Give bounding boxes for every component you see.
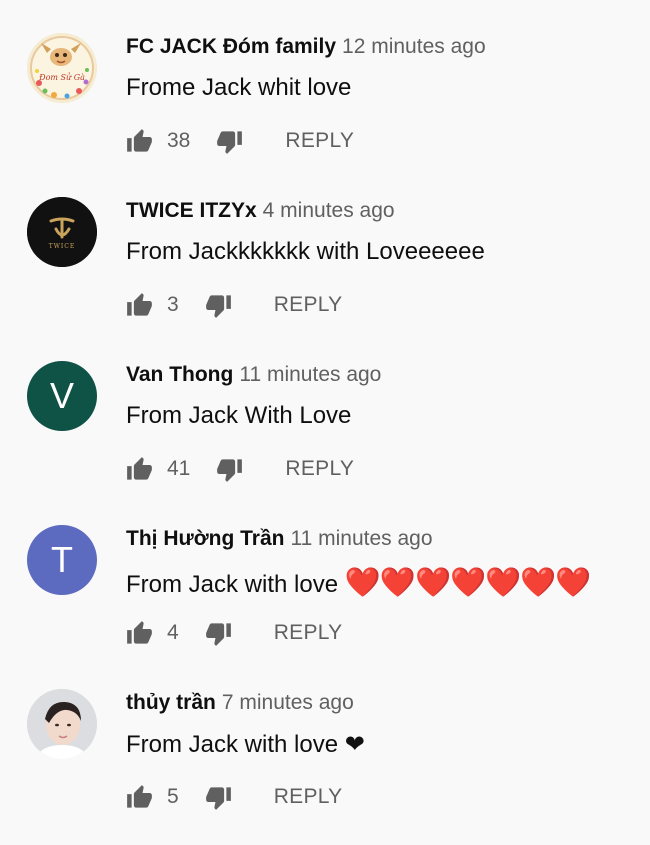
comment-header: FC JACK Đóm family 12 minutes ago bbox=[126, 35, 486, 59]
comment-text: From Jack With Love bbox=[126, 402, 351, 430]
comment-text-body: From Jack With Love bbox=[126, 402, 352, 429]
avatar-image: Đom Sử Gà bbox=[27, 33, 97, 103]
like-count: 5 bbox=[167, 785, 179, 808]
comment-timestamp[interactable]: 11 minutes ago bbox=[239, 363, 381, 386]
comment-text: From Jackkkkkkk with Loveeeeee bbox=[126, 238, 485, 266]
like-count: 38 bbox=[167, 129, 191, 152]
heart-emoji-icon: ❤️❤️❤️❤️❤️❤️❤️ bbox=[344, 567, 592, 599]
thumb-down-icon[interactable] bbox=[216, 128, 243, 155]
author-name[interactable]: thủy trần bbox=[126, 691, 216, 714]
avatar-logo-text: Đom Sử Gà bbox=[38, 73, 85, 82]
comment-timestamp[interactable]: 4 minutes ago bbox=[263, 199, 395, 222]
avatar-photo bbox=[27, 689, 97, 759]
avatar[interactable]: TWICE bbox=[27, 197, 97, 267]
author-name[interactable]: TWICE ITZYx bbox=[126, 199, 257, 222]
comment-header: Van Thong 11 minutes ago bbox=[126, 363, 381, 387]
comment-actions: 5 REPLY bbox=[126, 783, 343, 811]
author-name[interactable]: Thị Hường Trần bbox=[126, 527, 284, 550]
comment-timestamp[interactable]: 7 minutes ago bbox=[222, 691, 354, 714]
avatar[interactable]: V bbox=[27, 361, 97, 431]
avatar-letter: T bbox=[51, 539, 73, 580]
comment-thread: V Van Thong 11 minutes ago From Jack With… bbox=[0, 328, 650, 492]
thumb-up-icon[interactable] bbox=[126, 128, 153, 155]
reply-button[interactable]: REPLY bbox=[274, 785, 343, 809]
reply-button[interactable]: REPLY bbox=[274, 621, 343, 645]
comment-timestamp[interactable]: 11 minutes ago bbox=[290, 527, 432, 550]
comment-header: TWICE ITZYx 4 minutes ago bbox=[126, 199, 395, 223]
avatar[interactable]: T bbox=[27, 525, 97, 595]
avatar[interactable]: Đom Sử Gà bbox=[27, 33, 97, 103]
comment-text: From Jack with love ❤ bbox=[126, 730, 365, 759]
comment-actions: 41 REPLY bbox=[126, 455, 354, 483]
comment-text-body: From Jack with love bbox=[126, 731, 339, 758]
comment-timestamp[interactable]: 12 minutes ago bbox=[342, 35, 486, 58]
comment-thread: thủy trần 7 minutes ago From Jack with lo… bbox=[0, 656, 650, 820]
thumb-down-icon[interactable] bbox=[205, 784, 232, 811]
comment-actions: 3 REPLY bbox=[126, 291, 343, 319]
comment-header: Thị Hường Trần 11 minutes ago bbox=[126, 527, 433, 551]
comment-text-body: From Jackkkkkkk with Loveeeeee bbox=[126, 238, 485, 265]
comment-thread: TWICE TWICE ITZYx 4 minutes ago From Jack… bbox=[0, 164, 650, 328]
thumb-down-icon[interactable] bbox=[205, 292, 232, 319]
like-count: 41 bbox=[167, 457, 191, 480]
like-count: 3 bbox=[167, 293, 179, 316]
reply-button[interactable]: REPLY bbox=[285, 457, 354, 481]
thumb-up-icon[interactable] bbox=[126, 784, 153, 811]
avatar-logo-text: TWICE bbox=[49, 243, 76, 250]
comment-text: Frome Jack whit love bbox=[126, 74, 351, 102]
thumb-down-icon[interactable] bbox=[205, 620, 232, 647]
comment-header: thủy trần 7 minutes ago bbox=[126, 691, 354, 715]
thumb-up-icon[interactable] bbox=[126, 620, 153, 647]
thumb-up-icon[interactable] bbox=[126, 456, 153, 483]
avatar-letter: V bbox=[49, 375, 74, 416]
comment-thread: T Thị Hường Trần 11 minutes ago From Jack… bbox=[0, 492, 650, 656]
thumb-down-icon[interactable] bbox=[216, 456, 243, 483]
reply-button[interactable]: REPLY bbox=[274, 293, 343, 317]
comment-text-body: Frome Jack whit love bbox=[126, 74, 352, 101]
comment-text: From Jack with love ❤️❤️❤️❤️❤️❤️❤️ bbox=[126, 566, 591, 600]
reply-button[interactable]: REPLY bbox=[285, 129, 354, 153]
heart-icon: ❤ bbox=[344, 731, 365, 758]
author-name[interactable]: FC JACK Đóm family bbox=[126, 35, 336, 58]
like-count: 4 bbox=[167, 621, 179, 644]
comment-thread: Đom Sử Gà FC JACK Đóm family 12 minutes a… bbox=[0, 0, 650, 164]
author-name[interactable]: Van Thong bbox=[126, 363, 233, 386]
thumb-up-icon[interactable] bbox=[126, 292, 153, 319]
avatar[interactable] bbox=[27, 689, 97, 759]
comment-actions: 38 REPLY bbox=[126, 127, 354, 155]
comment-text-body: From Jack with love bbox=[126, 571, 339, 598]
comment-actions: 4 REPLY bbox=[126, 619, 343, 647]
twice-logo-icon: TWICE bbox=[27, 197, 97, 267]
